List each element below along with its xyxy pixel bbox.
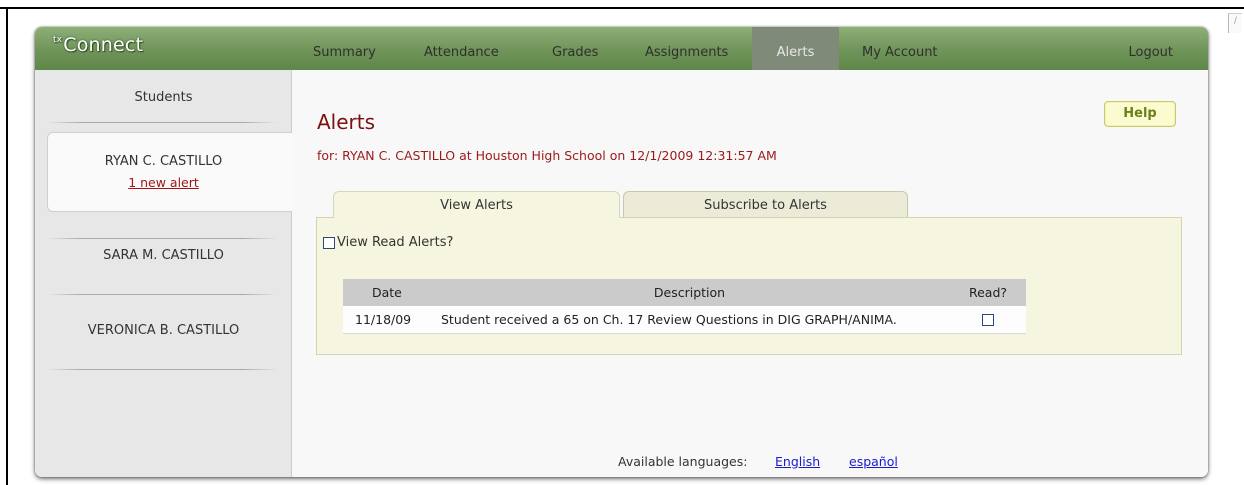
tab-view-alerts[interactable]: View Alerts	[333, 191, 620, 218]
column-header-date: Date	[372, 285, 402, 300]
window-frame-top	[0, 0, 1244, 9]
column-header-read: Read?	[968, 285, 1008, 300]
new-alert-link[interactable]: 1 new alert	[35, 175, 292, 190]
student-card-selected[interactable]	[47, 132, 292, 212]
nav-assignments[interactable]: Assignments	[645, 27, 728, 70]
logo-prefix: tx	[53, 35, 63, 45]
alerts-table: Date Description Read? 11/18/09 Student …	[343, 279, 1026, 334]
student-name-veronica[interactable]: VERONICA B. CASTILLO	[35, 323, 292, 338]
main-content: Help Alerts for: RYAN C. CASTILLO at Hou…	[292, 70, 1208, 477]
page-subtitle: for: RYAN C. CASTILLO at Houston High Sc…	[317, 148, 777, 163]
sidebar-title: Students	[134, 90, 193, 105]
logout-link[interactable]: Logout	[1128, 27, 1173, 70]
language-link-english[interactable]: English	[775, 454, 820, 469]
sidebar-divider	[47, 369, 277, 370]
cell-date: 11/18/09	[343, 306, 429, 334]
resize-grip-icon: ∕	[1233, 16, 1238, 26]
scroll-corner[interactable]: ∕	[1228, 13, 1242, 33]
nav-grades[interactable]: Grades	[552, 27, 598, 70]
txconnect-logo[interactable]: txConnect	[53, 34, 143, 56]
student-name-ryan[interactable]: RYAN C. CASTILLO	[35, 154, 292, 169]
cell-read	[950, 306, 1026, 334]
sidebar-divider	[47, 122, 277, 123]
nav-summary[interactable]: Summary	[313, 27, 376, 70]
page-title: Alerts	[317, 110, 376, 134]
language-link-espanol[interactable]: español	[849, 454, 898, 469]
nav-my-account[interactable]: My Account	[862, 27, 938, 70]
student-name-sara[interactable]: SARA M. CASTILLO	[35, 248, 292, 263]
help-button[interactable]: Help	[1104, 101, 1176, 127]
table-row: 11/18/09 Student received a 65 on Ch. 17…	[343, 306, 1026, 334]
view-read-alerts-label: View Read Alerts?	[337, 235, 454, 250]
column-header-description: Description	[653, 285, 726, 300]
cell-description: Student received a 65 on Ch. 17 Review Q…	[429, 306, 950, 334]
nav-attendance[interactable]: Attendance	[424, 27, 499, 70]
logo-text: Connect	[63, 34, 144, 56]
window-frame-left	[6, 9, 8, 485]
sidebar-divider	[47, 294, 277, 295]
logo-area: txConnect	[35, 27, 292, 70]
tab-subscribe-to-alerts[interactable]: Subscribe to Alerts	[623, 191, 908, 218]
available-languages-label: Available languages:	[618, 454, 748, 469]
app-window: txConnect Summary Attendance Grades Assi…	[35, 27, 1208, 477]
students-sidebar: Students RYAN C. CASTILLO 1 new alert SA…	[35, 70, 292, 477]
read-checkbox[interactable]	[982, 314, 994, 326]
view-read-alerts-checkbox[interactable]	[323, 237, 335, 249]
sidebar-divider	[47, 238, 277, 239]
top-nav-bar: txConnect Summary Attendance Grades Assi…	[35, 27, 1208, 70]
table-header-row: Date Description Read?	[343, 279, 1026, 306]
nav-alerts[interactable]: Alerts	[752, 27, 839, 70]
